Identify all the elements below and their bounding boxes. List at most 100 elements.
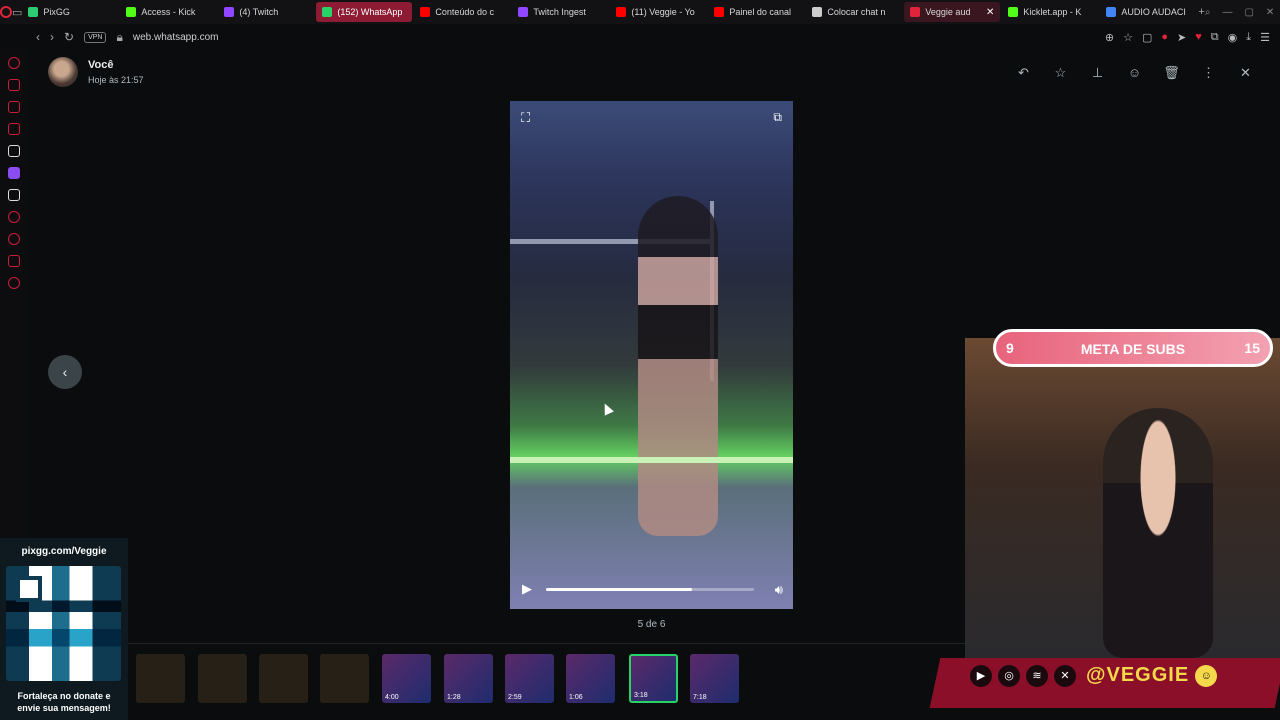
browser-tab[interactable]: AUDIO AUDACI <box>1100 2 1196 22</box>
vpn-badge[interactable]: VPN <box>84 31 107 43</box>
close-viewer-icon[interactable]: ✕ <box>1237 64 1254 81</box>
subs-current: 9 <box>1006 340 1014 356</box>
viewer-actions: ↶ ☆ ⊥ ☺ 🗑︎ ⋮ ✕ <box>1015 64 1254 81</box>
reload-icon[interactable]: ↻ <box>64 30 74 44</box>
tab-label: (11) Veggie - Yo <box>631 7 695 17</box>
thumbnail-duration: 2:59 <box>508 694 522 701</box>
media-thumbnail[interactable] <box>259 654 308 703</box>
back-icon[interactable]: ‹ <box>36 30 40 44</box>
instagram-icon: ◎ <box>998 664 1020 687</box>
video-player[interactable]: ⛶ ⧉ ▶ 🔊︎ <box>510 101 793 609</box>
qr-code <box>6 566 121 681</box>
tab-favicon-icon <box>126 7 137 17</box>
browser-tab[interactable]: (11) Veggie - Yo <box>610 2 706 22</box>
heart-icon[interactable]: ♥ <box>1195 31 1202 44</box>
sidebar-player-icon[interactable] <box>8 211 20 223</box>
browser-tab[interactable]: Veggie aud ✕ <box>904 2 1001 22</box>
sender-avatar[interactable] <box>48 57 78 87</box>
tab-label: Veggie aud <box>925 7 971 17</box>
send-icon[interactable]: ➤ <box>1177 31 1186 44</box>
tab-label: Access - Kick <box>141 7 196 17</box>
star-icon[interactable]: ☆ <box>1052 64 1069 81</box>
tab-label: Kicklet.app - K <box>1023 7 1082 17</box>
snapshot-icon[interactable]: ▢ <box>1142 31 1152 44</box>
profile-avatar[interactable]: ◉ <box>1228 31 1238 44</box>
spotify-icon: ≋ <box>1026 664 1048 687</box>
browser-tab[interactable]: Painel do canal <box>708 2 804 22</box>
tab-favicon-icon <box>616 7 627 17</box>
adblock-icon[interactable]: ● <box>1161 31 1168 44</box>
browser-tab[interactable]: Colocar chat n <box>806 2 902 22</box>
more-options-icon[interactable]: ⋮ <box>1200 64 1217 81</box>
pix-donation-overlay: pixgg.com/Veggie Fortaleça no donate e e… <box>0 538 128 720</box>
tab-favicon-icon <box>1106 7 1117 17</box>
download-icon[interactable]: ⤓ <box>1246 31 1251 44</box>
browser-tab[interactable]: Conteúdo do c <box>414 2 510 22</box>
streamer <box>1103 408 1213 658</box>
media-thumbnail[interactable]: 4:00 <box>382 654 431 703</box>
browser-tab-bar: ▭ PixGG Access - Kick (4) Twitch (152) What… <box>0 0 1280 24</box>
delete-icon[interactable]: 🗑︎ <box>1163 64 1180 81</box>
youtube-icon: ▶ <box>970 664 992 687</box>
menu-icon[interactable]: ☰ <box>1260 31 1270 44</box>
video-progress-fill <box>546 588 692 591</box>
volume-icon[interactable]: 🔊︎ <box>775 582 783 598</box>
browser-tab[interactable]: (4) Twitch <box>218 2 314 22</box>
reply-icon[interactable]: ↶ <box>1015 64 1032 81</box>
browser-tab[interactable]: (152) WhatsApp <box>316 2 413 22</box>
media-thumbnail[interactable]: 1:06 <box>566 654 615 703</box>
minimize-icon[interactable]: — <box>1222 7 1232 18</box>
fullscreen-icon[interactable]: ⛶ <box>521 110 530 126</box>
maximize-icon[interactable]: ▢ <box>1244 7 1253 18</box>
sidebar-history-icon[interactable] <box>8 233 20 245</box>
tab-favicon-icon <box>322 7 333 17</box>
previous-media-button[interactable]: ‹ <box>48 355 82 389</box>
media-thumbnail[interactable]: 3:18 <box>629 654 678 703</box>
sidebar-news-icon[interactable] <box>8 123 20 135</box>
media-viewer-header: Você Hoje às 21:57 ↶ ☆ ⊥ ☺ 🗑︎ ⋮ ✕ <box>28 52 1280 92</box>
forward-icon[interactable]: › <box>50 30 54 44</box>
tab-favicon-icon <box>518 7 529 17</box>
tab-label: (4) Twitch <box>239 7 279 17</box>
zoom-icon[interactable]: ⊕ <box>1105 31 1114 44</box>
sidebar-aria-icon[interactable] <box>8 145 20 157</box>
sidebar-speed-dial-icon[interactable] <box>8 57 20 69</box>
sidebar-extensions-icon[interactable] <box>8 255 20 267</box>
media-thumbnail[interactable] <box>198 654 247 703</box>
media-thumbnail[interactable] <box>320 654 369 703</box>
sidebar-settings-icon[interactable] <box>8 277 20 289</box>
browser-tab[interactable]: PixGG <box>22 2 118 22</box>
tab-menu-icon[interactable]: ▭ <box>12 6 22 19</box>
bookmark-icon[interactable]: ☆ <box>1123 31 1133 44</box>
pin-icon[interactable]: ⊥ <box>1089 64 1106 81</box>
address-tools: ⊕ ☆ ▢ ● ➤ ♥ ⧉ ◉ ⤓ ☰ <box>1105 31 1280 44</box>
tab-favicon-icon <box>812 7 823 17</box>
screen: ▭ PixGG Access - Kick (4) Twitch (152) What… <box>0 0 1280 720</box>
picture-in-picture-icon[interactable]: ⧉ <box>773 110 782 125</box>
tab-label: (152) WhatsApp <box>337 7 403 17</box>
close-tab-icon[interactable]: ✕ <box>986 7 994 18</box>
browser-tab[interactable]: Kicklet.app - K <box>1002 2 1098 22</box>
emoji-icon[interactable]: ☺ <box>1126 64 1143 81</box>
media-thumbnail[interactable]: 7:18 <box>690 654 739 703</box>
play-icon[interactable]: ▶ <box>522 581 532 597</box>
close-window-icon[interactable]: ✕ <box>1266 7 1274 18</box>
search-tabs-icon[interactable]: ⌕ <box>1205 7 1211 18</box>
social-handle: @VEGGIE <box>1086 664 1190 686</box>
extensions-icon[interactable]: ⧉ <box>1211 31 1219 44</box>
video-frame-light <box>510 457 793 463</box>
browser-tab[interactable]: Access - Kick <box>120 2 216 22</box>
sidebar-twitch-icon[interactable] <box>8 167 20 179</box>
browser-tab[interactable]: Twitch Ingest <box>512 2 608 22</box>
sidebar-x-icon[interactable] <box>8 189 20 201</box>
media-thumbnail[interactable]: 1:28 <box>444 654 493 703</box>
sidebar-bag-icon[interactable] <box>8 79 20 91</box>
media-thumbnail[interactable]: 2:59 <box>505 654 554 703</box>
smiley-icon: ☺ <box>1195 664 1218 687</box>
sidebar-messenger-icon[interactable] <box>8 101 20 113</box>
thumbnail-duration: 1:28 <box>447 694 461 701</box>
url-field[interactable]: web.whatsapp.com <box>133 32 219 43</box>
media-thumbnail[interactable] <box>136 654 185 703</box>
opera-logo-icon[interactable] <box>0 0 12 24</box>
video-progress-bar[interactable] <box>546 588 754 591</box>
